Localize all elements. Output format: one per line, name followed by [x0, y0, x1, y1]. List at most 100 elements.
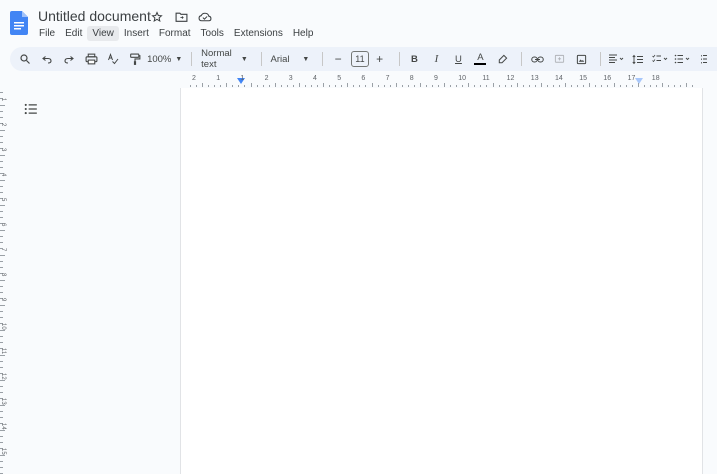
ruler-tick — [595, 85, 597, 87]
ruler-tick — [0, 185, 3, 187]
text-color-button[interactable]: A — [471, 50, 489, 68]
ruler-label: 15 — [0, 448, 6, 455]
ruler-tick — [674, 85, 675, 87]
paint-format-icon[interactable] — [126, 50, 144, 68]
numbered-list-icon[interactable] — [695, 50, 713, 68]
paragraph-style-select[interactable]: Normal text ▼ — [198, 48, 251, 70]
move-folder-icon[interactable] — [174, 10, 188, 24]
ruler-tick — [510, 85, 512, 87]
ruler-label: 1 — [240, 75, 245, 82]
menu-help[interactable]: Help — [288, 26, 319, 41]
ruler-tick — [438, 85, 440, 87]
ruler-label: 2 — [264, 75, 269, 82]
font-select[interactable]: Arial ▼ — [268, 50, 313, 68]
menu-file[interactable]: File — [34, 26, 60, 41]
ruler-tick — [643, 85, 645, 87]
toolbar: 100% ▼ Normal text ▼ Arial ▼ − 11 + B I … — [10, 47, 717, 71]
divider — [600, 52, 602, 66]
ruler-tick — [546, 85, 548, 87]
ruler-tick — [571, 85, 573, 87]
divider — [322, 52, 324, 66]
ruler-tick — [341, 85, 343, 87]
cloud-status-icon[interactable] — [198, 10, 212, 24]
ruler-label: 16 — [603, 75, 612, 82]
ruler-tick — [0, 117, 3, 118]
spelling-check-icon[interactable] — [104, 50, 122, 68]
menu-bar: File Edit View Insert Format Tools Exten… — [34, 26, 318, 41]
ruler-label: 18 — [651, 75, 660, 82]
ruler-tick — [565, 83, 567, 87]
docs-logo-icon[interactable] — [10, 11, 28, 35]
italic-button[interactable]: I — [427, 50, 445, 68]
menu-edit[interactable]: Edit — [60, 26, 87, 41]
ruler-tick — [522, 85, 524, 87]
underline-button[interactable]: U — [449, 50, 467, 68]
ruler-label: 10 — [0, 323, 6, 330]
ruler-tick — [456, 85, 458, 87]
ruler-tick — [0, 254, 5, 256]
ruler-tick — [492, 83, 494, 87]
ruler-tick — [0, 417, 3, 418]
ruler-tick — [371, 83, 373, 87]
ruler-tick — [0, 304, 5, 306]
zoom-select[interactable]: 100% ▼ — [147, 50, 182, 68]
ruler-tick — [462, 85, 464, 87]
increase-font-size-button[interactable]: + — [371, 50, 389, 68]
menu-format[interactable]: Format — [154, 26, 196, 41]
right-indent-marker[interactable] — [635, 78, 643, 84]
redo-icon[interactable] — [60, 50, 78, 68]
ruler-tick — [280, 85, 282, 87]
highlight-pen-icon[interactable] — [493, 50, 511, 68]
ruler-tick — [0, 435, 3, 437]
menu-extensions[interactable]: Extensions — [229, 26, 288, 41]
title-bar: Untitled document File Edit View Insert … — [0, 0, 717, 44]
horizontal-ruler[interactable]: 2 1 1 2 3 4 5 6 7 8 9 10 11 12 13 14 15 16 17 18 — [180, 75, 717, 87]
insert-link-icon[interactable] — [528, 50, 546, 68]
ruler-tick — [401, 85, 403, 87]
ruler-tick — [655, 85, 657, 87]
checklist-icon[interactable] — [651, 50, 669, 68]
star-icon[interactable] — [150, 10, 164, 24]
ruler-tick — [389, 85, 391, 87]
ruler-tick — [0, 279, 5, 281]
ruler-tick — [0, 154, 5, 156]
menu-insert[interactable]: Insert — [119, 26, 154, 41]
document-title[interactable]: Untitled document — [38, 8, 151, 24]
font-size-input[interactable]: 11 — [351, 51, 369, 67]
search-menus-icon[interactable] — [16, 50, 34, 68]
menu-tools[interactable]: Tools — [196, 26, 229, 41]
ruler-tick — [244, 85, 246, 87]
add-comment-icon[interactable] — [550, 50, 568, 68]
ruler-tick — [680, 85, 682, 87]
ruler-tick — [589, 83, 591, 87]
text-color-letter: A — [477, 52, 484, 63]
line-spacing-icon[interactable] — [629, 50, 647, 68]
undo-icon[interactable] — [38, 50, 56, 68]
decrease-font-size-button[interactable]: − — [329, 50, 347, 68]
ruler-label: 5 — [0, 198, 6, 202]
document-outline-icon[interactable] — [24, 102, 40, 116]
ruler-tick — [583, 85, 585, 87]
insert-image-icon[interactable] — [572, 50, 590, 68]
ruler-tick — [450, 85, 452, 87]
ruler-tick — [0, 410, 3, 412]
ruler-label: 14 — [555, 75, 563, 82]
ruler-tick — [0, 460, 3, 462]
vertical-ruler[interactable]: 1 2 3 4 5 6 7 8 9 10 11 12 13 14 15 — [0, 88, 10, 474]
ruler-tick — [0, 160, 3, 162]
ruler-tick — [601, 85, 603, 87]
bold-button[interactable]: B — [405, 50, 423, 68]
ruler-label: 5 — [337, 75, 342, 82]
menu-view[interactable]: View — [87, 26, 119, 41]
ruler-label: 3 — [0, 148, 6, 152]
divider — [521, 52, 523, 66]
bulleted-list-icon[interactable] — [673, 50, 691, 68]
ruler-tick — [256, 85, 258, 87]
ruler-tick — [0, 385, 3, 387]
print-icon[interactable] — [82, 50, 100, 68]
ruler-tick — [353, 85, 355, 87]
document-page[interactable] — [180, 88, 703, 474]
align-left-icon[interactable] — [607, 50, 625, 68]
ruler-tick — [686, 83, 688, 87]
ruler-label: 11 — [482, 75, 490, 82]
